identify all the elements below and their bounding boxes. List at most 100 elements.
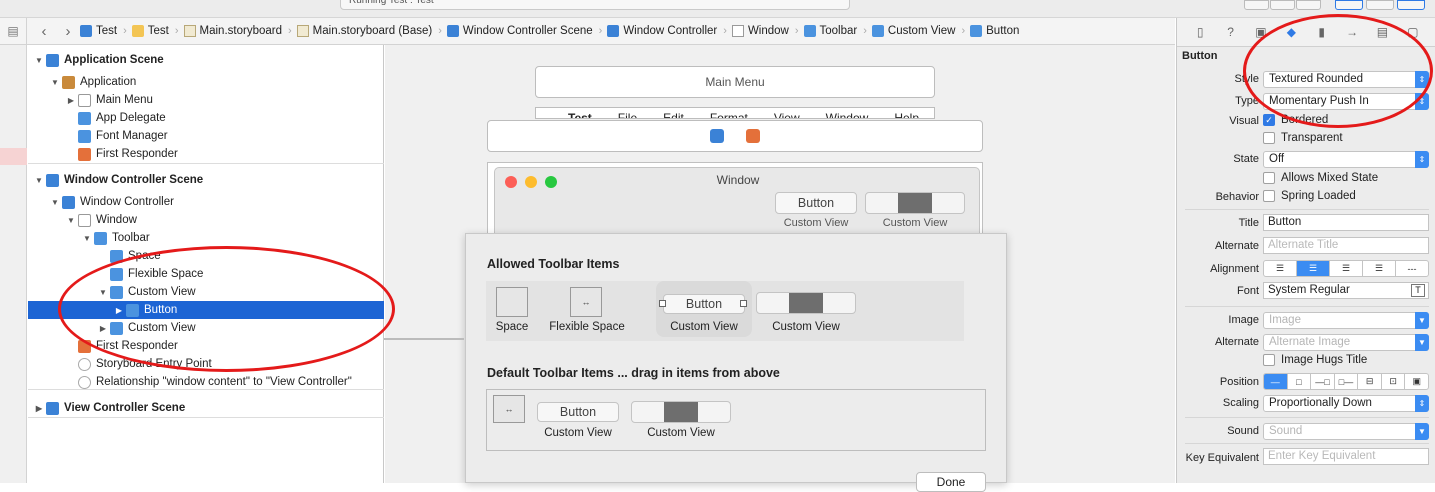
outline-row[interactable]: ▼ Application (28, 73, 384, 91)
menubar-item[interactable]: Format (710, 108, 748, 118)
breadcrumb-item[interactable]: Window Controller Scene › (446, 25, 602, 37)
disclosure-triangle-icon[interactable]: ▼ (66, 216, 76, 225)
forward-arrow-icon[interactable]: › (61, 23, 75, 40)
default-custom-view-item[interactable] (631, 401, 731, 423)
version-editor-icon[interactable] (1270, 0, 1295, 10)
disclosure-triangle-icon[interactable]: ▶ (34, 404, 44, 413)
default-items-area[interactable]: ↔ Button Custom View Custom View (486, 389, 986, 451)
position-above-icon[interactable]: ⊡ (1382, 374, 1406, 389)
disclosure-triangle-icon[interactable]: ▼ (50, 198, 60, 207)
toolbar-button[interactable]: Button (775, 192, 857, 214)
outline-row[interactable]: ▼ Window Controller (28, 193, 384, 211)
debug-toggle-icon[interactable] (1366, 0, 1394, 10)
outline-row[interactable]: App Delegate (28, 109, 384, 127)
window-controller-icon[interactable] (710, 129, 724, 143)
breadcrumb-item[interactable]: Main.storyboard (Base) › (296, 25, 442, 37)
title-field[interactable]: Button (1263, 214, 1429, 231)
key-equivalent-field[interactable]: Enter Key Equivalent (1263, 448, 1429, 465)
state-popup[interactable]: Off ⇕ (1263, 151, 1429, 168)
done-button[interactable]: Done (916, 472, 986, 492)
outline-row[interactable]: First Responder (28, 145, 384, 163)
visual-label: Visual (1229, 115, 1259, 127)
flexible-space-item[interactable]: ↔ (570, 287, 602, 317)
transparent-checkbox[interactable]: Transparent (1263, 132, 1343, 144)
breadcrumb-item[interactable]: Button (970, 25, 1019, 37)
image-placeholder: Image (1269, 314, 1301, 326)
space-item[interactable] (496, 287, 528, 317)
outline-row-label: Toolbar (112, 232, 150, 244)
outline-row[interactable]: ▼ Application Scene (28, 51, 384, 69)
disclosure-triangle-icon[interactable]: ▼ (50, 78, 60, 87)
menubar-item[interactable]: View (774, 108, 800, 118)
menubar-preview[interactable]: Test File Edit Format View Window Help (535, 107, 935, 119)
resize-handle[interactable] (659, 300, 666, 307)
image-combo[interactable]: Image ▼ (1263, 312, 1429, 329)
storyboard-canvas[interactable]: Main Menu Test File Edit Format View Window He… (385, 45, 1175, 492)
chevron-right-icon: › (123, 25, 127, 37)
menubar-item[interactable]: Help (894, 108, 919, 118)
outline-row[interactable]: ▶ Main Menu (28, 91, 384, 109)
image-position-control[interactable]: — □ —□ □— ⊟ ⊡ ▣ (1263, 373, 1429, 390)
disclosure-triangle-icon[interactable]: ▼ (34, 176, 44, 185)
back-arrow-icon[interactable]: ‹ (37, 23, 51, 40)
alternate-image-combo[interactable]: Alternate Image ▼ (1263, 334, 1429, 351)
breadcrumb-item[interactable]: Window Controller › (607, 25, 727, 37)
breadcrumb-item[interactable]: Toolbar › (803, 25, 867, 37)
align-justify-icon[interactable]: ☰ (1363, 261, 1396, 276)
first-responder-icon[interactable] (746, 129, 760, 143)
breadcrumb-item[interactable]: Test › (131, 25, 179, 37)
scaling-value: Proportionally Down (1269, 397, 1372, 409)
breadcrumb-item[interactable]: Main.storyboard › (183, 25, 292, 37)
resize-handle[interactable] (740, 300, 747, 307)
position-overlap-icon[interactable]: ▣ (1405, 374, 1428, 389)
disclosure-triangle-icon[interactable]: ▼ (82, 234, 92, 243)
align-right-icon[interactable]: ☰ (1330, 261, 1363, 276)
font-field[interactable]: System Regular T (1263, 282, 1429, 299)
navigator-toggle-icon[interactable] (1335, 0, 1363, 10)
font-picker-icon[interactable]: T (1411, 284, 1425, 297)
storyboard-icon (183, 25, 196, 37)
activity-icon[interactable] (1244, 0, 1269, 10)
image-hugs-checkbox[interactable]: Image Hugs Title (1263, 354, 1367, 366)
back-icon[interactable] (1296, 0, 1321, 10)
breadcrumb-item[interactable]: Test › (80, 25, 127, 37)
allowed-button-item[interactable]: Button (663, 294, 745, 314)
align-left-icon[interactable]: ☰ (1264, 261, 1297, 276)
flexible-space-item[interactable]: ↔ (493, 395, 525, 423)
scaling-popup[interactable]: Proportionally Down ⇕ (1263, 395, 1429, 412)
spring-loaded-label: Spring Loaded (1281, 190, 1356, 202)
position-right-icon[interactable]: □— (1335, 374, 1359, 389)
position-none-icon[interactable]: — (1264, 374, 1288, 389)
allowed-custom-view-item[interactable] (756, 292, 856, 314)
menubar-item[interactable]: Edit (663, 108, 684, 118)
position-left-icon[interactable]: —□ (1311, 374, 1335, 389)
menubar-item[interactable]: Test (568, 108, 592, 118)
outline-row[interactable]: ▶ View Controller Scene (28, 399, 384, 417)
align-center-icon[interactable]: ☰ (1297, 261, 1330, 276)
alternate-title-field[interactable]: Alternate Title (1263, 237, 1429, 254)
disclosure-triangle-icon[interactable]: ▼ (34, 56, 44, 65)
spring-loaded-checkbox[interactable]: Spring Loaded (1263, 190, 1356, 202)
outline-row[interactable]: ▼ Window Controller Scene (28, 171, 384, 189)
outline-row[interactable]: Font Manager (28, 127, 384, 145)
menubar-item[interactable]: Window (826, 108, 869, 118)
outline-row[interactable]: ▼ Toolbar (28, 229, 384, 247)
position-only-icon[interactable]: □ (1288, 374, 1312, 389)
breadcrumb-item[interactable]: Custom View › (871, 25, 965, 37)
alignment-control[interactable]: ☰ ☰ ☰ ☰ --- (1263, 260, 1429, 277)
main-menu-scene[interactable]: Main Menu (535, 66, 935, 98)
utilities-toggle-icon[interactable] (1397, 0, 1425, 10)
outline-row[interactable]: ▼ Window (28, 211, 384, 229)
image-hugs-label: Image Hugs Title (1281, 354, 1368, 366)
toolbar-segmented-view[interactable] (865, 192, 965, 214)
related-items-icon[interactable]: ▤ (0, 17, 27, 45)
default-button-item[interactable]: Button (537, 402, 619, 422)
align-natural-icon[interactable]: --- (1396, 261, 1428, 276)
position-below-icon[interactable]: ⊟ (1358, 374, 1382, 389)
segment-fill (789, 293, 823, 313)
allows-mixed-checkbox[interactable]: Allows Mixed State (1263, 172, 1378, 184)
menubar-item[interactable]: File (618, 108, 637, 118)
sound-combo[interactable]: Sound ▼ (1263, 423, 1429, 440)
breadcrumb-item[interactable]: Window › (731, 25, 799, 37)
disclosure-triangle-icon[interactable]: ▶ (66, 96, 76, 105)
